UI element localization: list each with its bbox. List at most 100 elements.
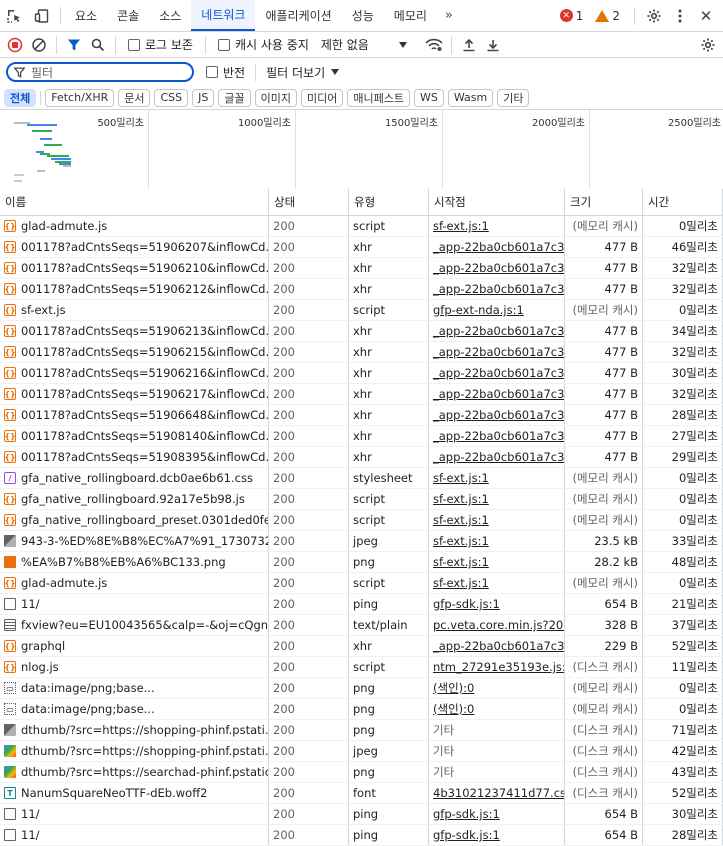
checkbox-box[interactable]: [217, 38, 230, 51]
network-settings-gear-icon[interactable]: [697, 34, 719, 56]
import-har-icon[interactable]: [458, 34, 480, 56]
type-filter-chip[interactable]: Wasm: [447, 88, 494, 107]
request-name-cell[interactable]: {} 001178?adCntsSeqs=51906216&inflowCd...: [0, 363, 269, 383]
request-name-cell[interactable]: {} glad-admute.js: [0, 573, 269, 593]
table-row[interactable]: dthumb/?src=https://searchad-phinf.pstat…: [0, 762, 723, 783]
table-row[interactable]: {} 001178?adCntsSeqs=51908395&inflowCd...…: [0, 447, 723, 468]
initiator-link[interactable]: _app-22ba0cb601a7c3ad: [433, 240, 564, 254]
table-row[interactable]: %EA%B7%B8%EB%A6%BC133.png 200 png sf-ext.js…: [0, 552, 723, 573]
initiator-link[interactable]: sf-ext.js:1: [433, 219, 489, 233]
device-toggle-icon[interactable]: [28, 0, 56, 31]
tab-6[interactable]: 메모리: [384, 0, 437, 31]
request-name-cell[interactable]: {} 001178?adCntsSeqs=51906217&inflowCd...: [0, 384, 269, 404]
request-name-cell[interactable]: {} 001178?adCntsSeqs=51908395&inflowCd...: [0, 447, 269, 467]
invert-checkbox[interactable]: 반전: [206, 64, 245, 81]
tab-2[interactable]: 소스: [149, 0, 191, 31]
initiator-link[interactable]: gfp-sdk.js:1: [433, 597, 500, 611]
request-name-cell[interactable]: / gfa_native_rollingboard.dcb0ae6b61.css: [0, 468, 269, 488]
type-filter-chip[interactable]: 문서: [118, 88, 151, 107]
request-name-cell[interactable]: %EA%B7%B8%EB%A6%BC133.png: [0, 552, 269, 572]
record-stop-icon[interactable]: [4, 34, 26, 56]
table-row[interactable]: T NanumSquareNeoTTF-dEb.woff2 200 font 4b310…: [0, 783, 723, 804]
request-name-cell[interactable]: {} glad-admute.js: [0, 216, 269, 236]
request-name-cell[interactable]: 11/: [0, 594, 269, 614]
more-options-icon[interactable]: [669, 5, 691, 27]
initiator-link[interactable]: gfp-sdk.js:1: [433, 807, 500, 821]
preserve-log-checkbox[interactable]: 로그 보존: [128, 36, 193, 53]
export-har-icon[interactable]: [482, 34, 504, 56]
clear-icon[interactable]: [28, 34, 50, 56]
request-name-cell[interactable]: dthumb/?src=https://shopping-phinf.pstat…: [0, 720, 269, 740]
request-name-cell[interactable]: fxview?eu=EU10043565&calp=-&oj=cQgn...: [0, 615, 269, 635]
type-filter-chip[interactable]: 이미지: [254, 88, 297, 107]
request-name-cell[interactable]: dthumb/?src=https://searchad-phinf.pstat…: [0, 762, 269, 782]
initiator-link[interactable]: gfp-sdk.js:1: [433, 828, 500, 842]
initiator-link[interactable]: sf-ext.js:1: [433, 492, 489, 506]
table-row[interactable]: 943-3-%ED%8E%B8%EC%A7%91_1730732... 200 jp…: [0, 531, 723, 552]
tab-5[interactable]: 성능: [342, 0, 384, 31]
request-name-cell[interactable]: {} 001178?adCntsSeqs=51906648&inflowCd...: [0, 405, 269, 425]
table-row[interactable]: {} gfa_native_rollingboard_preset.0301ded…: [0, 510, 723, 531]
initiator-link[interactable]: _app-22ba0cb601a7c3ad: [433, 366, 564, 380]
request-name-cell[interactable]: dthumb/?src=https://shopping-phinf.pstat…: [0, 741, 269, 761]
table-row[interactable]: {} glad-admute.js 200 script sf-ext.js:1 (메모리…: [0, 573, 723, 594]
request-name-cell[interactable]: {} 001178?adCntsSeqs=51906215&inflowCd...: [0, 342, 269, 362]
table-row[interactable]: {} nlog.js 200 script ntm_27291e35193e.js:2(…: [0, 657, 723, 678]
initiator-link[interactable]: sf-ext.js:1: [433, 513, 489, 527]
tab-1[interactable]: 콘솔: [107, 0, 149, 31]
table-row[interactable]: {} gfa_native_rollingboard.92a17e5b98.js 2…: [0, 489, 723, 510]
initiator-link[interactable]: _app-22ba0cb601a7c3ad: [433, 429, 564, 443]
request-name-cell[interactable]: {} graphql: [0, 636, 269, 656]
initiator-link[interactable]: gfp-ext-nda.js:1: [433, 303, 524, 317]
table-row[interactable]: {} glad-admute.js 200 script sf-ext.js:1 (메모리…: [0, 216, 723, 237]
checkbox-box[interactable]: [206, 66, 218, 78]
table-row[interactable]: / gfa_native_rollingboard.dcb0ae6b61.css 2…: [0, 468, 723, 489]
type-filter-chip[interactable]: JS: [192, 88, 215, 107]
request-name-cell[interactable]: {} 001178?adCntsSeqs=51906212&inflowCd...: [0, 279, 269, 299]
initiator-link[interactable]: _app-22ba0cb601a7c3ad: [433, 387, 564, 401]
request-name-cell[interactable]: 11/: [0, 804, 269, 824]
tab-0[interactable]: 요소: [65, 0, 107, 31]
request-name-cell[interactable]: {} nlog.js: [0, 657, 269, 677]
type-filter-chip[interactable]: 미디어: [301, 88, 344, 107]
table-row[interactable]: dthumb/?src=https://shopping-phinf.pstat…: [0, 741, 723, 762]
column-status-header[interactable]: 상태: [269, 189, 349, 215]
tab-3[interactable]: 네트워크: [191, 0, 256, 31]
request-name-cell[interactable]: {} sf-ext.js: [0, 300, 269, 320]
table-row[interactable]: 11/200 ping gfp-sdk.js:1 654 B 28밀리초: [0, 825, 723, 846]
request-name-cell[interactable]: 943-3-%ED%8E%B8%EC%A7%91_1730732...: [0, 531, 269, 551]
initiator-link[interactable]: 4b31021237411d77.css: [433, 786, 564, 800]
table-row[interactable]: {} graphql 200 xhr _app-22ba0cb601a7c3ad 229 …: [0, 636, 723, 657]
request-name-cell[interactable]: {} gfa_native_rollingboard.92a17e5b98.js: [0, 489, 269, 509]
filter-funnel-icon[interactable]: [63, 34, 85, 56]
type-filter-chip[interactable]: 매니페스트: [347, 88, 410, 107]
initiator-link[interactable]: sf-ext.js:1: [433, 534, 489, 548]
request-name-cell[interactable]: ▭ data:image/png;base...: [0, 699, 269, 719]
table-row[interactable]: {} 001178?adCntsSeqs=51906648&inflowCd...…: [0, 405, 723, 426]
tab-4[interactable]: 애플리케이션: [255, 0, 341, 31]
request-name-cell[interactable]: {} 001178?adCntsSeqs=51906213&inflowCd...: [0, 321, 269, 341]
filter-input[interactable]: 필터: [6, 62, 194, 82]
table-row[interactable]: {} 001178?adCntsSeqs=51908140&inflowCd...…: [0, 426, 723, 447]
table-row[interactable]: ▭ data:image/png;base... 200 png (색인):0 (메모리 …: [0, 699, 723, 720]
type-filter-chip[interactable]: WS: [413, 88, 444, 107]
column-name-header[interactable]: 이름: [0, 189, 269, 215]
column-time-header[interactable]: 시간: [643, 189, 723, 215]
type-filter-chip[interactable]: 글꼴: [218, 88, 251, 107]
initiator-link[interactable]: _app-22ba0cb601a7c3ad: [433, 408, 564, 422]
table-row[interactable]: {} 001178?adCntsSeqs=51906215&inflowCd...…: [0, 342, 723, 363]
table-row[interactable]: {} sf-ext.js 200 script gfp-ext-nda.js:1 (메모리…: [0, 300, 723, 321]
close-icon[interactable]: ✕: [695, 5, 717, 27]
table-row[interactable]: {} 001178?adCntsSeqs=51906213&inflowCd...…: [0, 321, 723, 342]
table-row[interactable]: {} 001178?adCntsSeqs=51906212&inflowCd...…: [0, 279, 723, 300]
request-name-cell[interactable]: {} gfa_native_rollingboard_preset.0301ded…: [0, 510, 269, 530]
initiator-link[interactable]: _app-22ba0cb601a7c3ad: [433, 450, 564, 464]
initiator-link[interactable]: pc.veta.core.min.js?2024: [433, 618, 564, 632]
request-name-cell[interactable]: {} 001178?adCntsSeqs=51908140&inflowCd...: [0, 426, 269, 446]
more-tabs-button[interactable]: »: [437, 0, 461, 31]
table-row[interactable]: fxview?eu=EU10043565&calp=-&oj=cQgn... 20…: [0, 615, 723, 636]
column-type-header[interactable]: 유형: [349, 189, 429, 215]
table-row[interactable]: {} 001178?adCntsSeqs=51906216&inflowCd...…: [0, 363, 723, 384]
initiator-link[interactable]: _app-22ba0cb601a7c3ad: [433, 261, 564, 275]
inspect-element-icon[interactable]: [0, 0, 28, 31]
